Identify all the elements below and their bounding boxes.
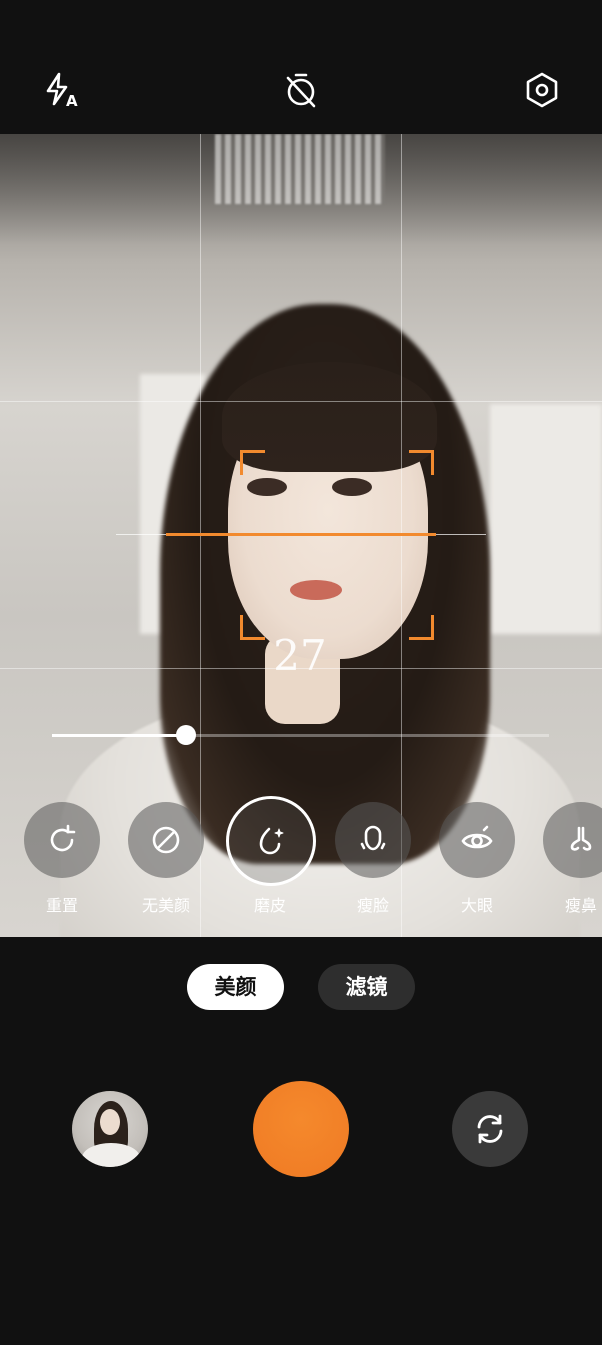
beauty-option-label: 大眼	[460, 896, 493, 915]
gallery-thumbnail[interactable]	[72, 1091, 148, 1167]
reset-icon	[24, 802, 100, 878]
subject-right-eye	[332, 478, 372, 496]
beauty-option-label: 重置	[45, 896, 78, 915]
no-beauty-icon	[128, 802, 204, 878]
background-window-right	[490, 404, 602, 634]
beauty-option-label: 瘦脸	[356, 896, 389, 915]
beauty-option-label: 磨皮	[253, 896, 286, 915]
slider-fill	[52, 734, 186, 737]
grid-line-horizontal-1	[0, 401, 602, 402]
thumbnail-face	[100, 1109, 120, 1135]
settings-icon[interactable]	[522, 70, 562, 110]
subject-left-eye	[247, 478, 287, 496]
timer-off-icon[interactable]	[281, 70, 321, 110]
beauty-options-row: 重置 无美颜 磨皮 瘦脸 大眼 瘦鼻	[0, 796, 602, 922]
flash-auto-icon[interactable]: A	[42, 70, 82, 110]
camera-screen: A 27 重置 无美颜 磨皮 瘦脸 大眼 瘦鼻 美颜 滤镜	[0, 0, 602, 1345]
slim-face-icon	[335, 802, 411, 878]
slider-thumb[interactable]	[176, 725, 196, 745]
face-focus-corner-bottom-right	[409, 615, 434, 640]
tab-filter[interactable]: 滤镜	[318, 964, 415, 1010]
subject-lips	[290, 580, 342, 600]
thumbnail-body	[82, 1143, 140, 1167]
big-eye-icon	[439, 802, 515, 878]
switch-camera-button[interactable]	[452, 1091, 528, 1167]
tab-beauty[interactable]: 美颜	[187, 964, 284, 1010]
svg-text:A: A	[66, 92, 78, 110]
beauty-level-value: 27	[273, 631, 327, 680]
smooth-skin-icon	[226, 796, 316, 886]
beauty-level-slider[interactable]	[52, 725, 549, 745]
face-focus-corner-top-right	[409, 450, 434, 475]
camera-viewfinder[interactable]: 27 重置 无美颜 磨皮 瘦脸 大眼 瘦鼻	[0, 134, 602, 937]
beauty-option-label: 无美颜	[141, 896, 190, 915]
slim-nose-icon	[543, 802, 602, 878]
beauty-option-label: 瘦鼻	[564, 896, 597, 915]
switch-camera-icon	[477, 1114, 503, 1144]
top-bar: A	[0, 0, 602, 134]
shutter-button[interactable]	[253, 1081, 349, 1177]
mode-tabs: 美颜 滤镜	[0, 964, 602, 1010]
level-indicator-accent	[166, 533, 436, 536]
face-focus-corner-top-left	[240, 450, 265, 475]
ceiling-vent	[215, 134, 385, 204]
